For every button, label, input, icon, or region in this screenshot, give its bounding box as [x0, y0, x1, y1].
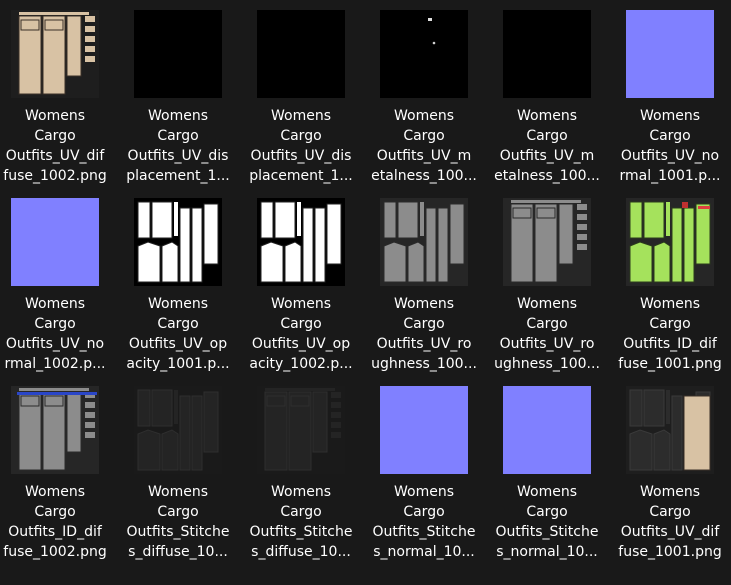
file-item[interactable]: Womens Cargo Outfits_UV_dis placement_1.… — [123, 10, 233, 190]
file-thumbnail — [380, 386, 468, 474]
file-name: Womens Cargo Outfits_UV_ro ughness_100..… — [371, 296, 477, 372]
file-name: Womens Cargo Outfits_UV_op acity_1002.p.… — [249, 296, 353, 372]
file-name: Womens Cargo Outfits_UV_m etalness_100..… — [371, 108, 477, 184]
file-item[interactable]: Womens Cargo Outfits_UV_op acity_1001.p.… — [123, 198, 233, 378]
file-name: Womens Cargo Outfits_UV_dis placement_1.… — [126, 108, 230, 184]
file-thumbnail — [134, 198, 222, 286]
file-thumbnail — [257, 198, 345, 286]
file-name: Womens Cargo Outfits_UV_op acity_1001.p.… — [126, 296, 230, 372]
file-item[interactable]: Womens Cargo Outfits_UV_no rmal_1001.p..… — [615, 10, 725, 190]
file-thumbnail — [503, 198, 591, 286]
file-thumbnail — [626, 10, 714, 98]
file-item[interactable]: Womens Cargo Outfits_Stitche s_normal_10… — [492, 386, 602, 566]
file-name: Womens Cargo Outfits_UV_no rmal_1002.p..… — [4, 296, 106, 372]
file-grid: Womens Cargo Outfits_UV_dif fuse_1002.pn… — [0, 0, 731, 585]
file-thumbnail — [626, 386, 714, 474]
file-item[interactable]: Womens Cargo Outfits_Stitche s_diffuse_1… — [123, 386, 233, 566]
file-item[interactable]: Womens Cargo Outfits_UV_m etalness_100..… — [369, 10, 479, 190]
file-name: Womens Cargo Outfits_Stitche s_diffuse_1… — [126, 484, 230, 560]
file-item[interactable]: Womens Cargo Outfits_Stitche s_diffuse_1… — [246, 386, 356, 566]
file-name: Womens Cargo Outfits_ID_dif fuse_1002.pn… — [3, 484, 107, 560]
file-name: Womens Cargo Outfits_Stitche s_normal_10… — [495, 484, 599, 560]
file-item[interactable]: Womens Cargo Outfits_UV_ro ughness_100..… — [369, 198, 479, 378]
file-thumbnail — [134, 386, 222, 474]
file-item[interactable]: Womens Cargo Outfits_ID_dif fuse_1001.pn… — [615, 198, 725, 378]
file-name: Womens Cargo Outfits_ID_dif fuse_1001.pn… — [618, 296, 722, 372]
file-thumbnail — [503, 386, 591, 474]
file-item[interactable]: Womens Cargo Outfits_UV_dis placement_1.… — [246, 10, 356, 190]
file-name: Womens Cargo Outfits_UV_dis placement_1.… — [249, 108, 353, 184]
file-thumbnail — [380, 10, 468, 98]
file-item[interactable]: Womens Cargo Outfits_UV_m etalness_100..… — [492, 10, 602, 190]
file-thumbnail — [503, 10, 591, 98]
file-item[interactable]: Womens Cargo Outfits_UV_no rmal_1002.p..… — [0, 198, 110, 378]
file-name: Womens Cargo Outfits_Stitche s_normal_10… — [372, 484, 476, 560]
file-item[interactable]: Womens Cargo Outfits_UV_dif fuse_1002.pn… — [0, 10, 110, 190]
file-name: Womens Cargo Outfits_UV_m etalness_100..… — [494, 108, 600, 184]
file-item[interactable]: Womens Cargo Outfits_UV_ro ughness_100..… — [492, 198, 602, 378]
file-item[interactable]: Womens Cargo Outfits_Stitche s_normal_10… — [369, 386, 479, 566]
file-name: Womens Cargo Outfits_UV_no rmal_1001.p..… — [619, 108, 721, 184]
file-name: Womens Cargo Outfits_UV_ro ughness_100..… — [494, 296, 600, 372]
file-item[interactable]: Womens Cargo Outfits_ID_dif fuse_1002.pn… — [0, 386, 110, 566]
file-name: Womens Cargo Outfits_Stitche s_diffuse_1… — [249, 484, 353, 560]
file-thumbnail — [380, 198, 468, 286]
file-thumbnail — [257, 10, 345, 98]
file-thumbnail — [11, 198, 99, 286]
file-item[interactable]: Womens Cargo Outfits_UV_op acity_1002.p.… — [246, 198, 356, 378]
file-thumbnail — [11, 386, 99, 474]
file-name: Womens Cargo Outfits_UV_dif fuse_1002.pn… — [3, 108, 107, 184]
file-item[interactable]: Womens Cargo Outfits_UV_dif fuse_1001.pn… — [615, 386, 725, 566]
file-name: Womens Cargo Outfits_UV_dif fuse_1001.pn… — [618, 484, 722, 560]
file-thumbnail — [626, 198, 714, 286]
file-thumbnail — [134, 10, 222, 98]
file-thumbnail — [257, 386, 345, 474]
file-thumbnail — [11, 10, 99, 98]
